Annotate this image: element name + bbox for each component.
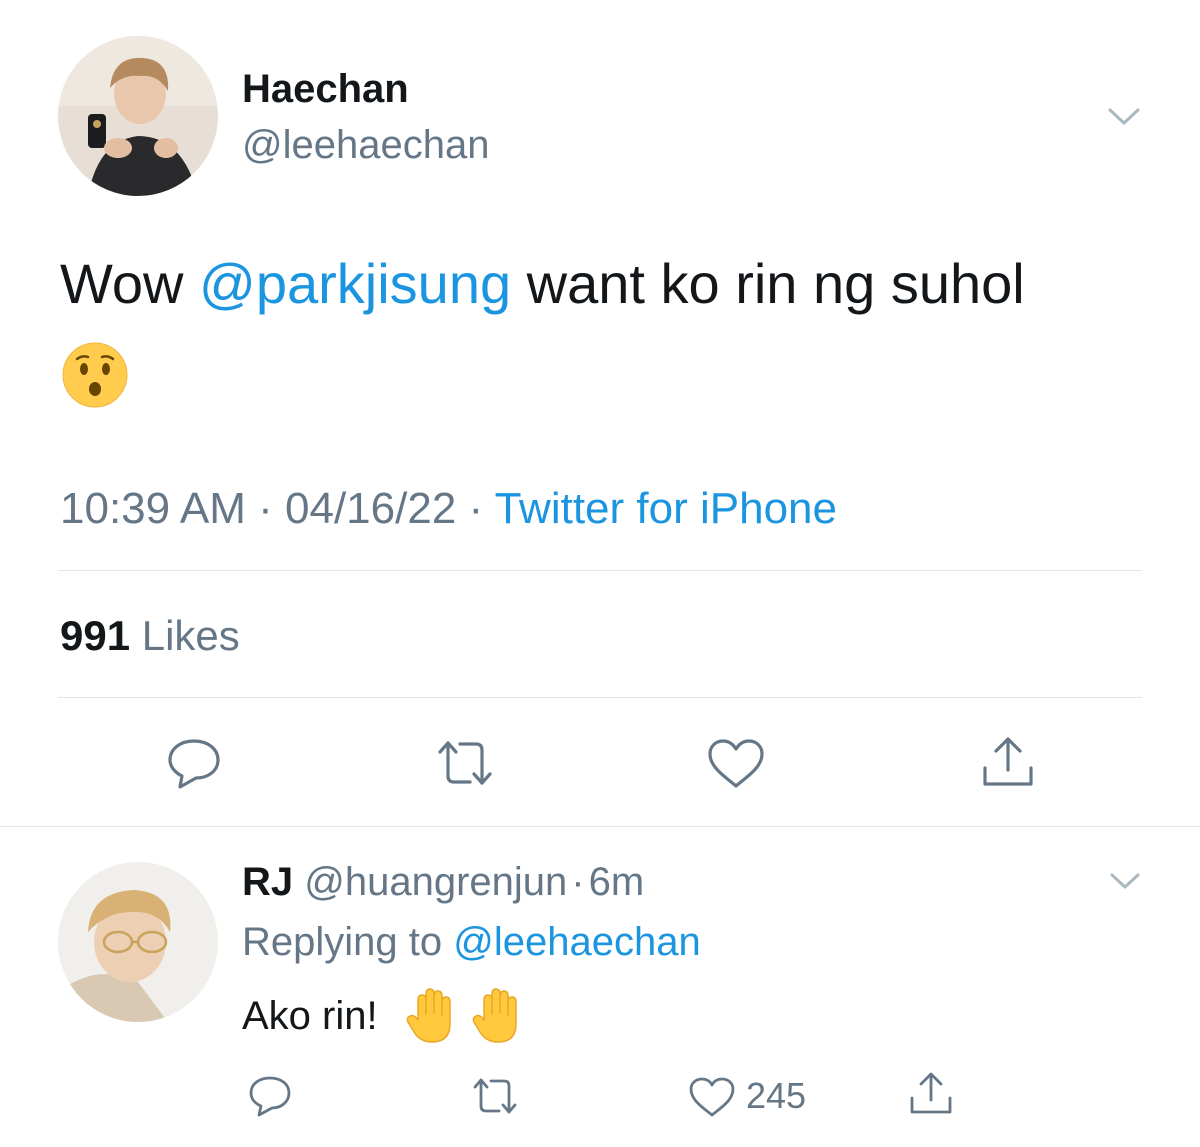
meta-separator: · [245, 484, 286, 533]
tweet-text-prefix: Wow [60, 252, 199, 315]
reply-author-avatar[interactable] [58, 862, 218, 1022]
retweet-icon[interactable] [434, 738, 496, 788]
reply-author-handle[interactable]: @huangrenjun [304, 860, 567, 904]
tweet-source-link[interactable]: Twitter for iPhone [495, 484, 837, 533]
reply-time[interactable]: 6m [589, 860, 645, 904]
divider [58, 570, 1142, 571]
author-name[interactable]: Haechan [242, 66, 409, 112]
likes-stat[interactable]: 991 Likes [60, 612, 240, 660]
comment-icon[interactable] [246, 1074, 294, 1118]
retweet-icon[interactable] [470, 1076, 520, 1116]
tweet-time[interactable]: 10:39 AM [60, 484, 246, 533]
comment-icon[interactable] [164, 736, 224, 790]
likes-count: 991 [60, 612, 131, 659]
replying-to-label: Replying to [242, 920, 454, 964]
chevron-down-icon[interactable] [1108, 870, 1142, 892]
raised-hand-emoji: 🖐 [470, 986, 528, 1046]
tweet-date[interactable]: 04/16/22 [285, 484, 456, 533]
share-icon[interactable] [980, 734, 1036, 790]
reply-text: Ako rin! [242, 990, 378, 1042]
reply-author-name[interactable]: RJ [242, 860, 293, 904]
replying-to-handle[interactable]: @leehaechan [453, 920, 700, 964]
replying-to: Replying to @leehaechan [242, 918, 701, 966]
reply-text-body: Ako rin! [242, 994, 378, 1038]
mention-link[interactable]: @parkjisung [199, 252, 511, 315]
reply-dot: · [571, 860, 585, 904]
chevron-down-icon[interactable] [1106, 104, 1142, 128]
tweet-meta: 10:39 AM · 04/16/22 · Twitter for iPhone [60, 484, 837, 534]
likes-label: Likes [130, 612, 240, 659]
tweet-text: Wow @parkjisung want ko rin ng suhol [60, 248, 1025, 320]
share-icon[interactable] [908, 1070, 954, 1116]
raised-hand-emoji: 🖐 [404, 986, 462, 1046]
tweet-text-suffix: want ko rin ng suhol [511, 252, 1025, 315]
heart-icon[interactable] [706, 738, 766, 790]
meta-separator: · [456, 484, 495, 533]
hushed-face-emoji: 😯 [62, 342, 128, 408]
divider [58, 697, 1142, 698]
divider [0, 826, 1200, 827]
reply-header: RJ @huangrenjun · 6m [242, 858, 644, 906]
author-avatar[interactable] [58, 36, 218, 196]
heart-icon[interactable] [688, 1076, 736, 1118]
reply-like-count: 245 [746, 1075, 807, 1116]
author-handle[interactable]: @leehaechan [242, 122, 489, 168]
